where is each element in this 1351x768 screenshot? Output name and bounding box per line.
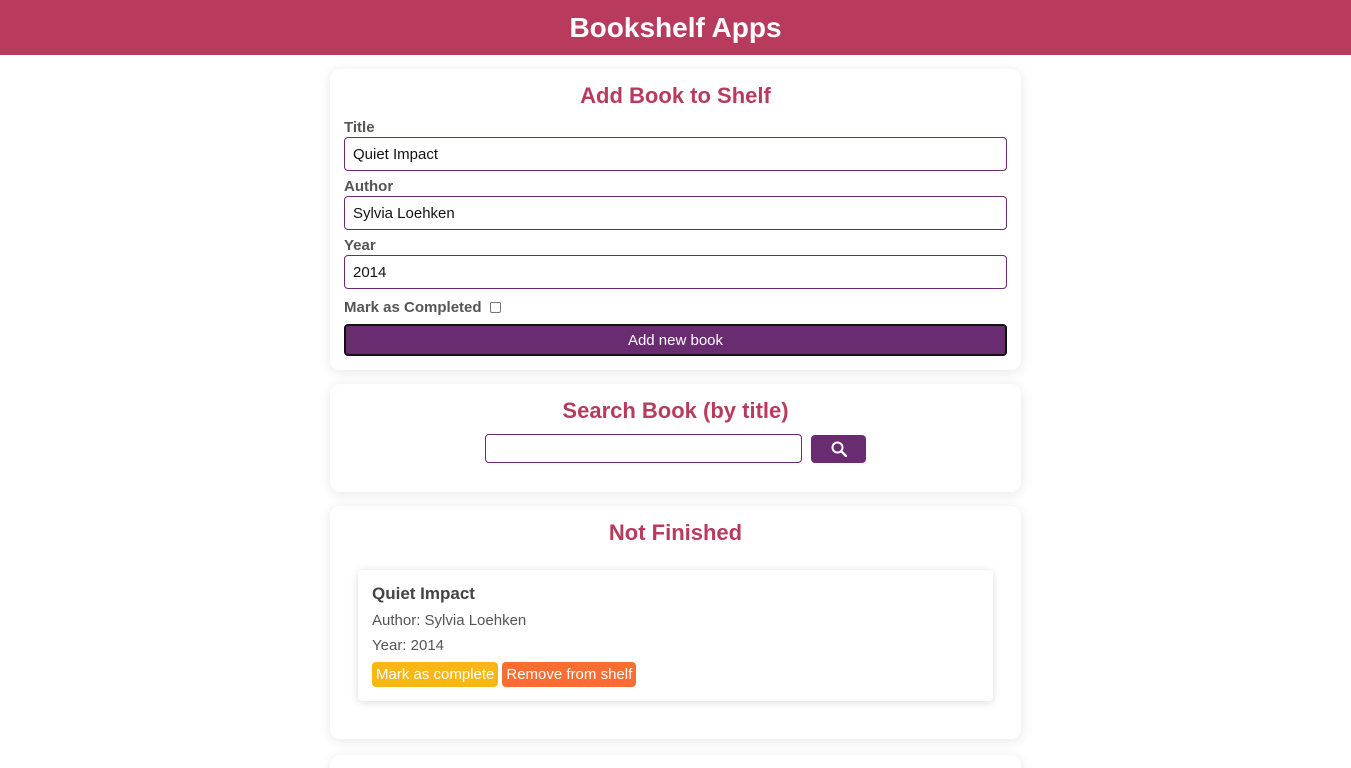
search-heading: Search Book (by title) — [562, 398, 789, 423]
not-finished-heading: Not Finished — [608, 520, 743, 545]
title-label: Title — [344, 119, 375, 136]
app-title: Bookshelf Apps — [569, 11, 782, 43]
completed-row: Mark as Completed — [344, 299, 1007, 316]
year-input[interactable] — [344, 255, 1007, 289]
author-input[interactable] — [344, 196, 1007, 230]
mark-complete-button[interactable]: Mark as complete — [372, 662, 499, 687]
finished-shelf — [330, 755, 1021, 768]
author-label: Author — [344, 178, 394, 195]
app-header: Bookshelf Apps — [0, 0, 1351, 55]
search-section: Search Book (by title) — [330, 384, 1021, 492]
not-finished-shelf: Not Finished Quiet Impact Author: Sylvia… — [330, 506, 1021, 739]
remove-book-button[interactable]: Remove from shelf — [502, 662, 637, 687]
search-row — [344, 434, 1007, 478]
search-icon — [831, 441, 847, 457]
book-author: Author: Sylvia Loehken — [372, 612, 527, 629]
title-input[interactable] — [344, 137, 1007, 171]
completed-checkbox[interactable] — [489, 302, 501, 313]
book-title: Quiet Impact — [372, 584, 475, 603]
add-book-heading: Add Book to Shelf — [580, 83, 771, 108]
add-book-button[interactable]: Add new book — [344, 324, 1007, 356]
main-content: Add Book to Shelf Title Author Year Mark… — [330, 69, 1021, 768]
add-book-section: Add Book to Shelf Title Author Year Mark… — [330, 69, 1021, 370]
book-year: Year: 2014 — [372, 637, 445, 654]
search-input[interactable] — [485, 434, 802, 463]
search-button[interactable] — [811, 434, 866, 463]
year-label: Year — [344, 237, 376, 254]
completed-label: Mark as Completed — [344, 299, 482, 316]
book-item: Quiet Impact Author: Sylvia Loehken Year… — [358, 570, 993, 701]
book-actions: Mark as complete Remove from shelf — [372, 662, 979, 687]
